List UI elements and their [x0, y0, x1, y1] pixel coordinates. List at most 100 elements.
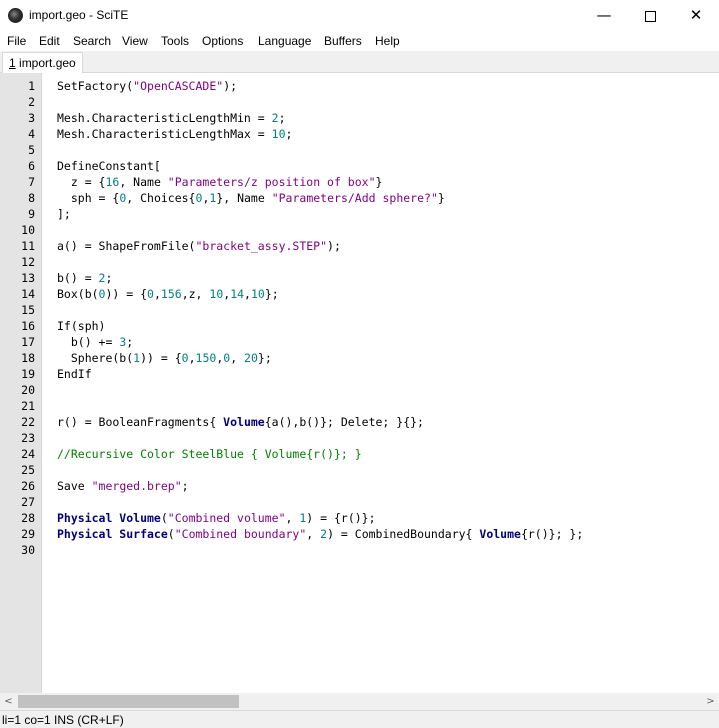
scite-app-icon[interactable] — [8, 8, 23, 23]
menu-view[interactable]: View — [122, 34, 148, 48]
line-code: a() = ShapeFromFile("bracket_assy.STEP")… — [57, 238, 341, 254]
code-line[interactable]: 6 DefineConstant[ — [0, 158, 719, 174]
number-literal: 10 — [209, 287, 224, 301]
code-text: ; — [278, 111, 286, 125]
code-text: )) = { — [140, 351, 182, 365]
number-literal: 156 — [160, 287, 182, 301]
line-number: 26 — [21, 479, 35, 493]
code-text: , Choices{ — [126, 191, 196, 205]
line-code: DefineConstant[ — [57, 158, 161, 174]
menu-language[interactable]: Language — [258, 34, 311, 48]
window-title: import.geo - SciTE — [29, 8, 129, 22]
line-number: 29 — [21, 527, 35, 541]
string-literal: "Combined volume" — [167, 511, 286, 525]
keyword: Physical Surface — [57, 527, 168, 541]
code-line[interactable]: 21 — [0, 398, 719, 414]
code-line[interactable]: 20 — [0, 382, 719, 398]
number-literal: 14 — [230, 287, 245, 301]
menu-help[interactable]: Help — [375, 34, 400, 48]
code-line[interactable]: 4 Mesh.CharacteristicLengthMax = 10; — [0, 126, 719, 142]
code-text: {r()}; }; — [520, 527, 584, 541]
code-text: , — [153, 287, 161, 301]
close-icon: ✕ — [689, 6, 703, 24]
line-number: 14 — [21, 287, 35, 301]
code-line[interactable]: 25 — [0, 462, 719, 478]
minimize-button[interactable]: — — [581, 0, 627, 31]
code-text: ; — [285, 127, 293, 141]
tab-import-geo[interactable]: 1 import.geo — [2, 52, 83, 73]
line-code: b() = 2; — [57, 270, 112, 286]
line-number: 21 — [21, 399, 35, 413]
scroll-left-icon[interactable]: < — [0, 693, 17, 710]
comment: //Recursive Color SteelBlue { Volume{r()… — [57, 447, 362, 461]
line-number: 10 — [21, 223, 35, 237]
line-code: ]; — [57, 206, 71, 222]
line-number: 20 — [21, 383, 35, 397]
code-line[interactable]: 3 Mesh.CharacteristicLengthMin = 2; — [0, 110, 719, 126]
code-line[interactable]: 8 sph = {0, Choices{0,1}, Name "Paramete… — [0, 190, 719, 206]
code-text: {a(),b()}; Delete; }{}; — [264, 415, 424, 429]
code-line[interactable]: 24 //Recursive Color SteelBlue { Volume{r… — [0, 446, 719, 462]
line-number: 9 — [28, 207, 35, 221]
line-number: 2 — [28, 95, 35, 109]
menu-tools[interactable]: Tools — [161, 34, 189, 48]
code-line[interactable]: 29 Physical Surface("Combined boundary", … — [0, 526, 719, 542]
maximize-button[interactable] — [627, 0, 673, 31]
code-line[interactable]: 11 a() = ShapeFromFile("bracket_assy.STEP… — [0, 238, 719, 254]
code-editor[interactable]: 1 SetFactory("OpenCASCADE"); 2 3 Mesh.Charac… — [0, 73, 719, 693]
code-line[interactable]: 17 b() += 3; — [0, 334, 719, 350]
code-line[interactable]: 10 — [0, 222, 719, 238]
menu-buffers[interactable]: Buffers — [324, 34, 362, 48]
line-code: Physical Volume("Combined volume", 1) = … — [57, 510, 376, 526]
code-line[interactable]: 15 — [0, 302, 719, 318]
line-number: 19 — [21, 367, 35, 381]
code-text: }; — [257, 351, 272, 365]
number-literal: 20 — [244, 351, 258, 365]
title-bar: import.geo - SciTE — ✕ — [0, 0, 719, 31]
line-code: r() = BooleanFragments{ Volume{a(),b()};… — [57, 414, 424, 430]
number-literal: 10 — [250, 287, 265, 301]
code-line[interactable]: 13 b() = 2; — [0, 270, 719, 286]
code-line[interactable]: 23 — [0, 430, 719, 446]
code-line[interactable]: 5 — [0, 142, 719, 158]
code-line[interactable]: 12 — [0, 254, 719, 270]
code-line[interactable]: 14 Box(b(0)) = {0,156,z, 10,14,10}; — [0, 286, 719, 302]
code-line[interactable]: 30 — [0, 542, 719, 558]
menu-options[interactable]: Options — [202, 34, 243, 48]
menu-edit[interactable]: Edit — [39, 34, 60, 48]
code-line[interactable]: 16 If(sph) — [0, 318, 719, 334]
code-text: r() = BooleanFragments{ — [57, 415, 224, 429]
line-number: 18 — [21, 351, 35, 365]
code-line[interactable]: 18 Sphere(b(1)) = {0,150,0, 20}; — [0, 350, 719, 366]
code-text: ,z, — [181, 287, 210, 301]
code-line[interactable]: 26 Save "merged.brep"; — [0, 478, 719, 494]
code-text: ; — [105, 271, 113, 285]
code-line[interactable]: 28 Physical Volume("Combined volume", 1) … — [0, 510, 719, 526]
editor-right-edge — [702, 73, 719, 693]
code-line[interactable]: 2 — [0, 94, 719, 110]
line-number: 17 — [21, 335, 35, 349]
code-line[interactable]: 27 — [0, 494, 719, 510]
code-text: ); — [223, 79, 238, 93]
code-text: sph = { — [57, 191, 120, 205]
line-number: 7 — [28, 175, 35, 189]
scroll-right-icon[interactable]: > — [702, 693, 719, 710]
horizontal-scroll-thumb[interactable] — [18, 695, 239, 708]
code-text: , — [285, 511, 300, 525]
code-line[interactable]: 1 SetFactory("OpenCASCADE"); — [0, 78, 719, 94]
line-number: 28 — [21, 511, 35, 525]
menu-search[interactable]: Search — [73, 34, 111, 48]
horizontal-scrollbar[interactable]: < > — [0, 693, 719, 710]
code-line[interactable]: 7 z = {16, Name "Parameters/z position o… — [0, 174, 719, 190]
keyword: Volume — [479, 527, 521, 541]
line-number: 1 — [28, 79, 35, 93]
menu-file[interactable]: File — [7, 34, 26, 48]
code-line[interactable]: 19 EndIf — [0, 366, 719, 382]
line-number: 12 — [21, 255, 35, 269]
code-text: , — [244, 287, 251, 301]
close-button[interactable]: ✕ — [673, 0, 719, 31]
code-line[interactable]: 22 r() = BooleanFragments{ Volume{a(),b()… — [0, 414, 719, 430]
number-literal: 2 — [271, 111, 279, 125]
line-number: 6 — [28, 159, 35, 173]
code-line[interactable]: 9]; — [0, 206, 719, 222]
